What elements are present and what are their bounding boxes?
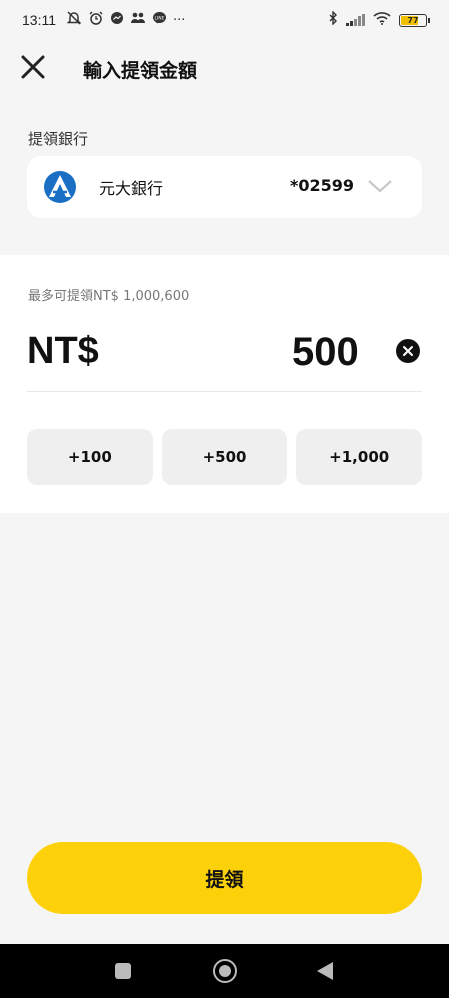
add-1000-button[interactable]: +1,000 xyxy=(296,429,423,485)
bank-selector[interactable]: 元大銀行 *02599 xyxy=(27,156,422,218)
amount-panel: 最多可提領NT$ 1,000,600 NT$ 500 +100 +500 +1,… xyxy=(0,255,449,513)
withdraw-button[interactable]: 提領 xyxy=(27,842,422,914)
line-icon: LINE xyxy=(152,11,167,29)
max-withdraw-note: 最多可提領NT$ 1,000,600 xyxy=(28,289,190,304)
bank-name: 元大銀行 xyxy=(99,179,164,198)
add-100-button[interactable]: +100 xyxy=(27,429,153,485)
back-icon[interactable] xyxy=(317,962,333,980)
messenger-icon xyxy=(110,11,124,29)
system-nav-bar xyxy=(0,944,449,998)
clear-icon[interactable] xyxy=(396,339,420,363)
home-icon[interactable] xyxy=(213,959,237,983)
currency-label: NT$ xyxy=(27,330,99,372)
bank-account-number: *02599 xyxy=(290,176,355,195)
yuanta-bank-logo xyxy=(43,170,77,204)
add-500-button[interactable]: +500 xyxy=(161,429,288,485)
battery-level: 77 xyxy=(407,15,419,25)
status-bar: 13:11 LINE ··· 77 xyxy=(0,0,449,40)
recents-icon[interactable] xyxy=(115,963,131,979)
status-left: 13:11 LINE ··· xyxy=(22,11,185,29)
close-icon[interactable] xyxy=(20,54,46,80)
bank-label: 提領銀行 xyxy=(28,130,89,148)
header: 輸入提領金額 xyxy=(0,44,449,92)
svg-text:LINE: LINE xyxy=(154,16,164,22)
quick-amount-row: +100 +500 +1,000 xyxy=(27,429,423,485)
status-right: 77 xyxy=(328,10,430,29)
page-title: 輸入提領金額 xyxy=(83,60,198,82)
battery-icon: 77 xyxy=(399,13,430,27)
people-icon xyxy=(130,11,146,29)
mute-icon xyxy=(66,11,82,29)
alarm-icon xyxy=(88,11,104,29)
divider xyxy=(27,391,422,392)
more-notifications: ··· xyxy=(173,12,186,28)
status-time: 13:11 xyxy=(22,12,56,28)
amount-input[interactable]: 500 xyxy=(292,330,359,375)
chevron-down-icon[interactable] xyxy=(367,178,393,194)
bluetooth-icon xyxy=(328,10,338,29)
wifi-icon xyxy=(373,11,391,29)
signal-icon xyxy=(346,14,365,26)
